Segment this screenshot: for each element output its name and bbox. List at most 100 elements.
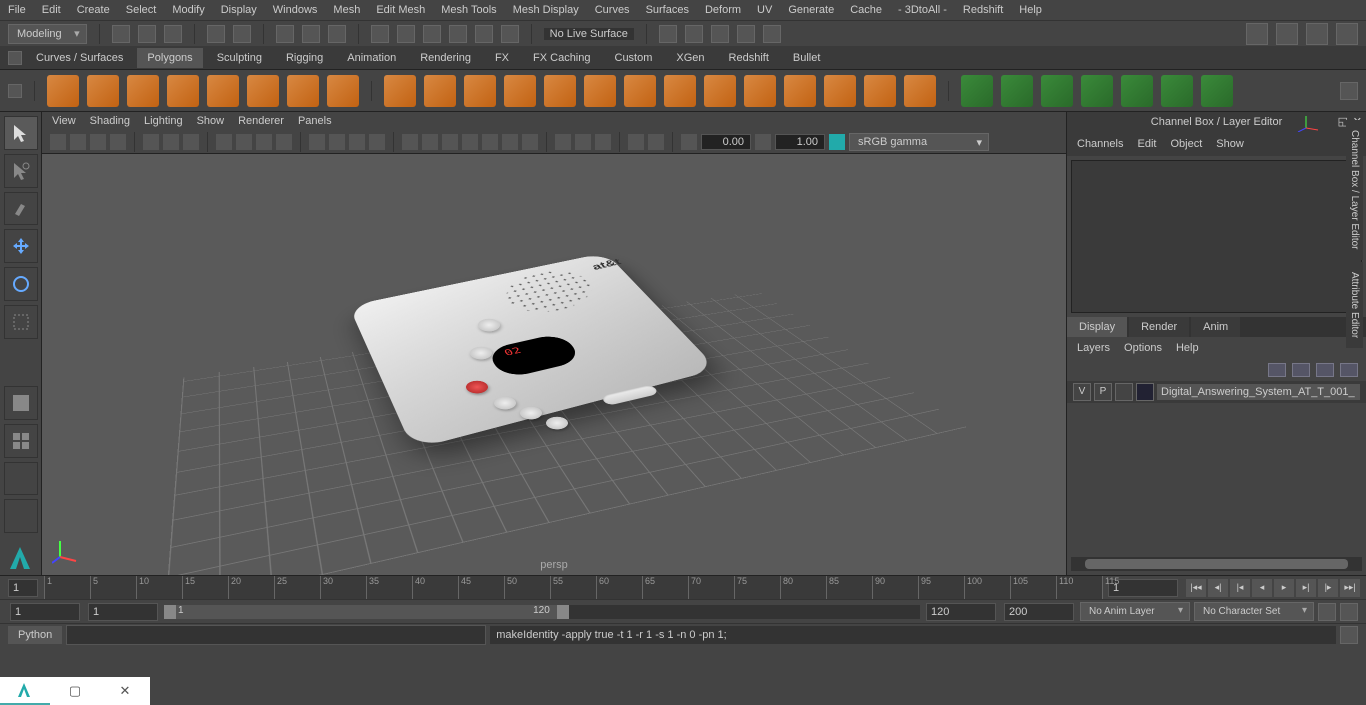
vp-icon-25[interactable] [595,134,611,150]
snap-view-icon[interactable] [501,25,519,43]
menu-mesh-display[interactable]: Mesh Display [513,4,579,16]
vp-menu-panels[interactable]: Panels [298,115,332,127]
poly-prism-icon[interactable] [384,75,416,107]
file-open-icon[interactable] [138,25,156,43]
menu-windows[interactable]: Windows [273,4,318,16]
side-tab-channel-box-layer-editor[interactable]: Channel Box / Layer Editor [1346,120,1363,260]
menu-create[interactable]: Create [77,4,110,16]
character-set-dropdown[interactable]: No Character Set [1194,602,1314,621]
menu-edit-mesh[interactable]: Edit Mesh [376,4,425,16]
viewport-3d[interactable]: at&t 02 persp [42,154,1066,575]
range-slider[interactable]: 1 120 [164,605,920,619]
scale-tool[interactable] [4,305,38,339]
select-mode-icon[interactable] [276,25,294,43]
undo-icon[interactable] [207,25,225,43]
shelf-tab-custom[interactable]: Custom [605,48,663,68]
vp-menu-lighting[interactable]: Lighting [144,115,183,127]
shelf-tab-redshift[interactable]: Redshift [719,48,779,68]
viewport-layout-2[interactable] [4,424,38,458]
vp-icon-10[interactable] [256,134,272,150]
layer-icon-2[interactable] [1292,363,1310,377]
shelf-edit-icon[interactable] [8,84,22,98]
menu--dtoall-[interactable]: - 3DtoAll - [898,4,947,16]
workspace-icon-2[interactable] [1276,23,1298,45]
exposure-input[interactable] [701,134,751,150]
vp-icon-3[interactable] [90,134,106,150]
redo-icon[interactable] [233,25,251,43]
time-ruler[interactable]: 1510152025303540455055606570758085909510… [44,576,1102,599]
range-start-input[interactable] [10,603,80,621]
vp-icon-5[interactable] [143,134,159,150]
taskbar-minimize-icon[interactable]: ▢ [50,677,100,705]
layer-tab-display[interactable]: Display [1067,317,1127,337]
shelf-options-icon[interactable] [1340,82,1358,100]
extract-icon[interactable] [824,75,856,107]
layer-icon-1[interactable] [1268,363,1286,377]
move-tool[interactable] [4,229,38,263]
bridge-icon[interactable] [1161,75,1193,107]
play-forward-icon[interactable]: ▸ [1274,579,1294,597]
vp-icon-18[interactable] [442,134,458,150]
workspace-selector[interactable]: Modeling [8,24,87,44]
layer-name-field[interactable]: Digital_Answering_System_AT_T_001_ [1157,384,1360,400]
viewport-layout-1[interactable] [4,386,38,420]
layer-icon-3[interactable] [1316,363,1334,377]
bool-union-icon[interactable] [961,75,993,107]
multicut-icon[interactable] [1201,75,1233,107]
light-editor-icon[interactable] [763,25,781,43]
vp-menu-show[interactable]: Show [197,115,225,127]
layer-menu-layers[interactable]: Layers [1077,342,1110,354]
poly-sphere-icon[interactable] [47,75,79,107]
vp-icon-22[interactable] [522,134,538,150]
colorspace-toggle-icon[interactable] [829,134,845,150]
vp-icon-27[interactable] [648,134,664,150]
go-start-icon[interactable]: |◂◂ [1186,579,1206,597]
vp-icon-6[interactable] [163,134,179,150]
menu-deform[interactable]: Deform [705,4,741,16]
taskbar-close-icon[interactable]: ✕ [100,677,150,705]
render-settings-icon[interactable] [711,25,729,43]
poly-platonic-icon[interactable] [327,75,359,107]
channel-tab-object[interactable]: Object [1170,138,1202,150]
prefs-icon[interactable] [1340,603,1358,621]
timeline-start-input[interactable] [8,579,38,597]
file-new-icon[interactable] [112,25,130,43]
prev-key-icon[interactable]: ◂| [1208,579,1228,597]
play-back-icon[interactable]: ◂ [1252,579,1272,597]
shelf-tab-animation[interactable]: Animation [337,48,406,68]
vp-icon-21[interactable] [502,134,518,150]
smooth-icon[interactable] [864,75,896,107]
combine-icon[interactable] [744,75,776,107]
paint-select-icon[interactable] [328,25,346,43]
layer-color-cell[interactable] [1136,383,1154,401]
menu-surfaces[interactable]: Surfaces [646,4,689,16]
vp-icon-2[interactable] [70,134,86,150]
poly-superellipse-icon[interactable] [624,75,656,107]
render-icon[interactable] [659,25,677,43]
vp-icon-4[interactable] [110,134,126,150]
step-fwd-icon[interactable]: ▸| [1296,579,1316,597]
ipr-icon[interactable] [685,25,703,43]
menu-generate[interactable]: Generate [788,4,834,16]
vp-menu-shading[interactable]: Shading [90,115,130,127]
vp-icon-19[interactable] [462,134,478,150]
vp-icon-26[interactable] [628,134,644,150]
vp-icon-16[interactable] [402,134,418,150]
gamma-icon[interactable] [681,134,697,150]
layer-visibility-toggle[interactable]: V [1073,383,1091,401]
snap-grid-icon[interactable] [371,25,389,43]
command-input[interactable] [66,625,486,645]
layer-menu-options[interactable]: Options [1124,342,1162,354]
vp-icon-9[interactable] [236,134,252,150]
poly-torus-icon[interactable] [207,75,239,107]
snap-plane-icon[interactable] [449,25,467,43]
select-tool[interactable] [4,116,38,150]
menu-edit[interactable]: Edit [42,4,61,16]
go-end-icon[interactable]: ▸▸| [1340,579,1360,597]
gamma-icon-2[interactable] [755,134,771,150]
poly-disc-icon[interactable] [287,75,319,107]
range-inner-end-input[interactable] [926,603,996,621]
vp-icon-15[interactable] [369,134,385,150]
poly-cone-icon[interactable] [167,75,199,107]
gamma-input[interactable] [775,134,825,150]
